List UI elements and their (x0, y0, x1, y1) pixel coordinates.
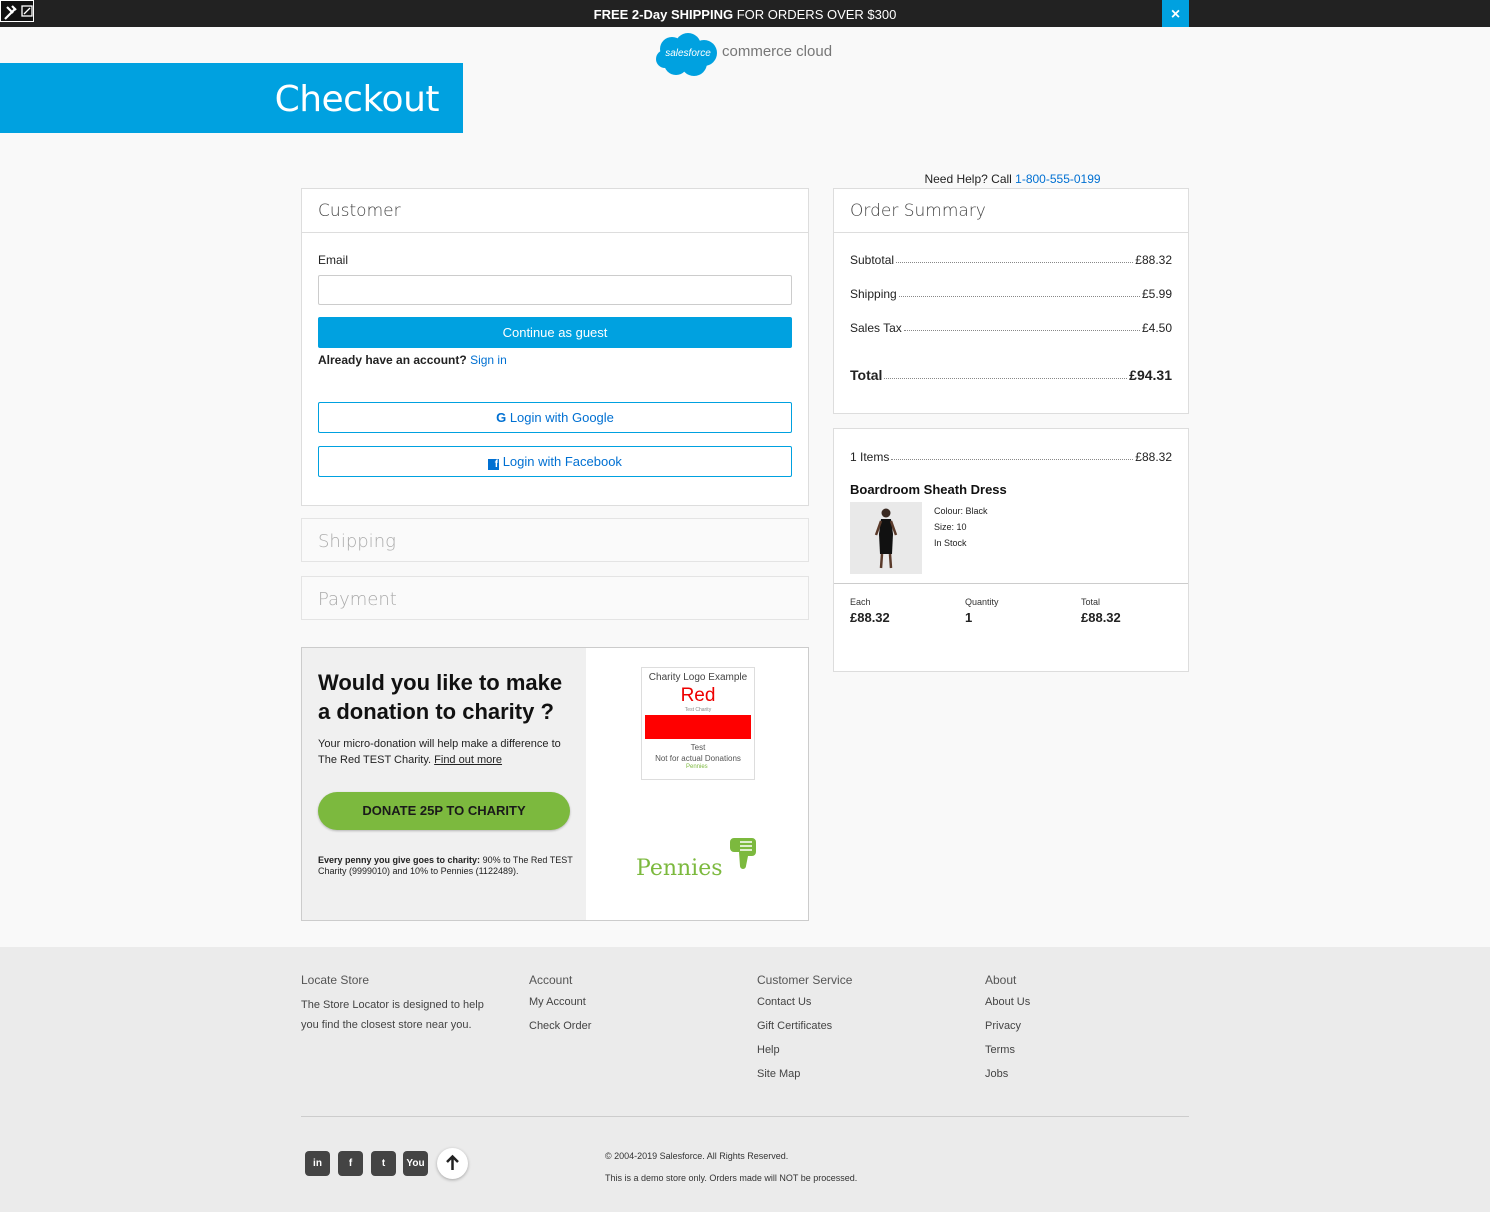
footer-link-site-map[interactable]: Site Map (757, 1067, 852, 1082)
footer-link-about-us[interactable]: About Us (985, 995, 1030, 1010)
copyright: © 2004-2019 Salesforce. All Rights Reser… (605, 1151, 858, 1183)
order-summary: Order Summary Subtotal £88.32 Shipping £5.… (833, 188, 1189, 414)
continue-as-guest-button[interactable]: Continue as guest (318, 317, 792, 348)
login-facebook-button[interactable]: f Login with Facebook (318, 446, 792, 477)
footer-link-check-order[interactable]: Check Order (529, 1019, 591, 1034)
donate-button[interactable]: DONATE 25P TO CHARITY (318, 792, 570, 830)
footer-customer-service: Customer Service Contact Us Gift Certifi… (757, 973, 853, 1082)
arrow-up-icon (446, 1154, 459, 1170)
product-image (850, 502, 922, 574)
footer-link-gift-certificates[interactable]: Gift Certificates (757, 1019, 852, 1034)
charity-logo: Charity Logo Example Red Test Charity Te… (641, 667, 755, 780)
help-line: Need Help? Call 1-800-555-0199 (924, 172, 1101, 186)
footer-locate-store: Locate Store The Store Locator is design… (301, 973, 501, 1035)
promo-text: FREE 2-Day SHIPPING FOR ORDERS OVER $300 (593, 7, 897, 22)
footer-link-terms[interactable]: Terms (985, 1043, 1030, 1058)
back-to-top-button[interactable] (437, 1148, 468, 1179)
line-total: Total £88.32 (1081, 597, 1121, 625)
shipping-title: Shipping (318, 531, 396, 552)
find-out-more-link[interactable]: Find out more (434, 754, 502, 766)
charity-title: Would you like to make a donation to cha… (318, 670, 563, 724)
product-attributes: Colour: Black Size: 10 In Stock (934, 506, 988, 548)
pointing-hand-icon (730, 838, 756, 869)
charity-widget: Would you like to make a donation to cha… (301, 647, 809, 921)
linkedin-icon[interactable]: in (305, 1151, 330, 1176)
footer-locate-title[interactable]: Locate Store (301, 973, 501, 987)
close-icon[interactable]: × (1162, 0, 1189, 27)
footer-link-contact-us[interactable]: Contact Us (757, 995, 852, 1010)
items-count-row: 1 Items £88.32 (850, 450, 1172, 464)
payment-section[interactable]: Payment (301, 576, 809, 620)
facebook-icon: f (488, 459, 500, 470)
charity-note: Every penny you give goes to charity: 90… (318, 855, 573, 876)
footer: Locate Store The Store Locator is design… (0, 947, 1490, 1212)
logo-text: commerce cloud (722, 43, 833, 60)
already-account: Already have an account? Sign in (318, 353, 507, 367)
subtotal-row: Subtotal £88.32 (850, 253, 1172, 267)
charity-panel: Would you like to make a donation to cha… (302, 648, 586, 920)
logo-brand: salesforce (665, 48, 711, 59)
promo-bar: FREE 2-Day SHIPPING FOR ORDERS OVER $300… (0, 0, 1490, 27)
each-price: Each £88.32 (850, 597, 890, 625)
shipping-row: Shipping £5.99 (850, 287, 1172, 301)
footer-about: About About Us Privacy Terms Jobs (985, 973, 1031, 1082)
footer-link-privacy[interactable]: Privacy (985, 1019, 1030, 1034)
shipping-section[interactable]: Shipping (301, 518, 809, 562)
email-label: Email (318, 253, 349, 267)
help-phone-link[interactable]: 1-800-555-0199 (1015, 172, 1100, 186)
footer-link-help[interactable]: Help (757, 1043, 852, 1058)
checkout-banner: Checkout (0, 63, 463, 133)
footer-link-jobs[interactable]: Jobs (985, 1067, 1030, 1082)
sign-in-link[interactable]: Sign in (470, 353, 507, 367)
login-google-button[interactable]: G Login with Google (318, 402, 792, 433)
pennies-logo: Pennies (636, 836, 766, 886)
customer-section: Customer Email Continue as guest Already… (301, 188, 809, 506)
total-row: Total £94.31 (850, 367, 1172, 383)
cart-items: 1 Items £88.32 Boardroom Sheath Dress Col… (833, 428, 1189, 672)
footer-link-my-account[interactable]: My Account (529, 995, 591, 1010)
page-title: Checkout (274, 79, 440, 120)
charity-logo-bar (645, 715, 751, 739)
sales-tax-row: Sales Tax £4.50 (850, 321, 1172, 335)
google-icon: G (496, 410, 507, 425)
email-input[interactable] (318, 275, 792, 305)
quantity: Quantity 1 (965, 597, 999, 625)
footer-divider (301, 1116, 1189, 1117)
youtube-icon[interactable]: You (403, 1151, 428, 1176)
facebook-icon[interactable]: f (338, 1151, 363, 1176)
customer-title: Customer (302, 189, 808, 233)
divider (834, 583, 1188, 584)
payment-title: Payment (318, 589, 397, 610)
product-name: Boardroom Sheath Dress (850, 482, 1007, 497)
order-summary-title: Order Summary (834, 189, 1188, 233)
footer-account: Account My Account Check Order (529, 973, 592, 1034)
charity-description: Your micro-donation will help make a dif… (318, 738, 561, 766)
twitter-icon[interactable]: t (371, 1151, 396, 1176)
site-logo[interactable]: salesforce commerce cloud (654, 33, 854, 79)
